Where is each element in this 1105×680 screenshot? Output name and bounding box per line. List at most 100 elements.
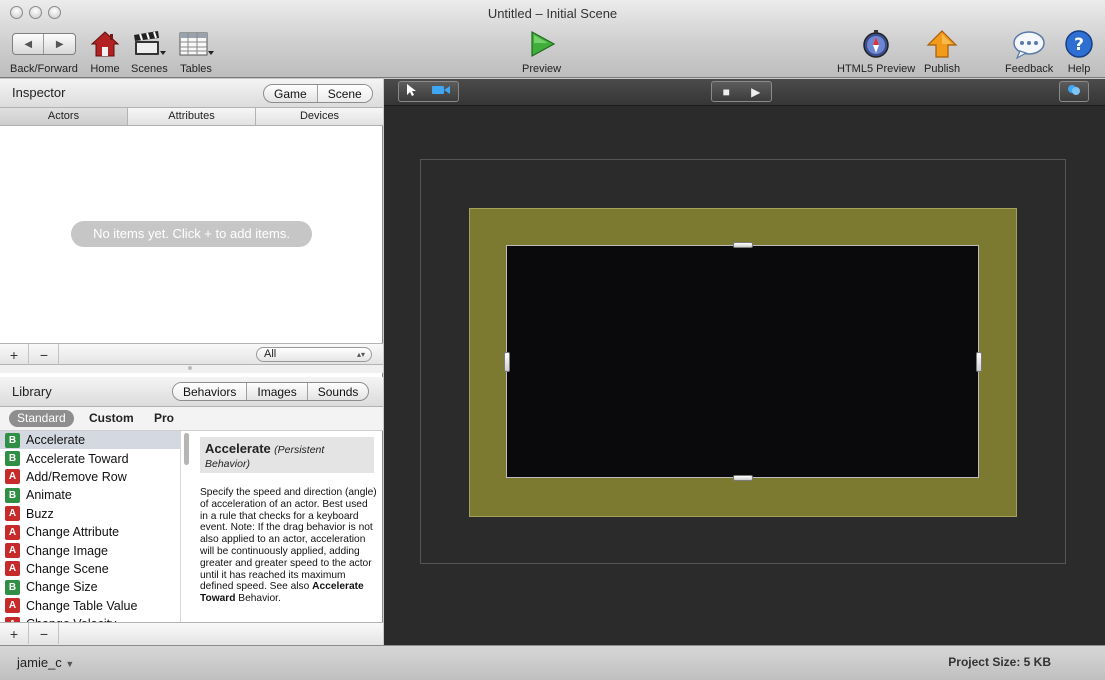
behaviors-tab[interactable]: Behaviors	[173, 383, 247, 400]
tab-attributes[interactable]: Attributes	[127, 108, 255, 125]
behavior-list-scrollbar[interactable]	[184, 433, 189, 465]
resize-handle-bottom[interactable]	[733, 475, 753, 481]
list-item[interactable]: B Accelerate Toward	[0, 449, 180, 467]
splitter-grip-icon	[188, 366, 192, 370]
description-text: Specify the speed and direction (angle) …	[200, 487, 377, 593]
list-item-label: Change Image	[26, 543, 109, 558]
list-item-label: Change Scene	[26, 561, 109, 576]
behavior-badge-icon: B	[5, 579, 20, 595]
list-item[interactable]: A Change Scene	[0, 560, 180, 578]
svg-text:?: ?	[1074, 35, 1084, 55]
tool-selector	[398, 81, 459, 102]
list-item-label: Add/Remove Row	[26, 469, 127, 484]
behavior-badge-icon: B	[5, 432, 20, 448]
back-forward-segment[interactable]: ◀ ▶	[11, 33, 76, 55]
images-tab[interactable]: Images	[246, 383, 306, 400]
actors-list-toolbar: + − All ▴▾	[0, 343, 383, 365]
tab-devices[interactable]: Devices	[255, 108, 383, 125]
inspector-title: Inspector	[12, 85, 66, 100]
status-bar: jamie_c ▼ Project Size: 5 KB	[0, 645, 1105, 680]
play-icon	[526, 28, 558, 60]
tab-standard[interactable]: Standard	[9, 410, 74, 427]
scene-canvas[interactable]	[506, 245, 979, 478]
tab-custom[interactable]: Custom	[81, 410, 142, 427]
scene-toolbar: ■ ▶	[384, 79, 1105, 106]
list-item[interactable]: B Animate	[0, 486, 180, 504]
updown-arrows-icon: ▴▾	[356, 350, 365, 359]
compass-icon	[860, 28, 892, 60]
publish-label: Publish	[924, 63, 961, 75]
question-mark-icon: ?	[1064, 28, 1094, 60]
tables-label: Tables	[180, 63, 212, 75]
user-menu[interactable]: jamie_c ▼	[17, 655, 74, 670]
layers-toggle-button[interactable]	[1059, 81, 1089, 102]
list-item[interactable]: A Buzz	[0, 505, 180, 523]
actor-filter-select[interactable]: All ▴▾	[256, 347, 372, 362]
panel-splitter[interactable]	[0, 365, 383, 373]
scene-mode-tab[interactable]: Scene	[316, 85, 372, 102]
list-item[interactable]: A Change Image	[0, 541, 180, 559]
game-mode-tab[interactable]: Game	[264, 85, 317, 102]
play-icon[interactable]: ▶	[751, 85, 760, 99]
list-item[interactable]: B Accelerate	[0, 431, 180, 450]
resize-handle-left[interactable]	[504, 352, 510, 372]
scenes-label: Scenes	[131, 63, 168, 75]
add-actor-button[interactable]: +	[0, 344, 29, 365]
help-label: Help	[1067, 63, 1091, 75]
back-forward-control[interactable]: ◀ ▶ Back/Forward	[10, 28, 78, 75]
action-badge-icon: A	[5, 561, 20, 577]
feedback-button[interactable]: Feedback	[1005, 28, 1053, 75]
actor-filter-value: All	[264, 348, 277, 360]
library-title: Library	[12, 384, 52, 399]
list-item[interactable]: B Change Size	[0, 578, 180, 596]
home-icon	[90, 28, 120, 60]
inspector-tabs: Actors Attributes Devices	[0, 108, 383, 126]
scenes-button[interactable]: Scenes	[131, 28, 168, 75]
forward-arrow-icon[interactable]: ▶	[43, 34, 75, 54]
behavior-badge-icon: B	[5, 451, 20, 467]
remove-actor-button[interactable]: −	[30, 344, 59, 365]
html5-preview-button[interactable]: HTML5 Preview	[837, 28, 915, 75]
left-panel: Inspector Game Scene Actors Attributes D…	[0, 79, 383, 645]
remove-behavior-button[interactable]: −	[30, 623, 59, 644]
description-body: Specify the speed and direction (angle) …	[200, 487, 378, 605]
description-header: Accelerate (Persistent Behavior)	[200, 437, 374, 473]
preview-button[interactable]: Preview	[522, 28, 561, 75]
speech-bubble-icon	[1011, 28, 1047, 60]
scene-editor: ■ ▶	[384, 79, 1105, 645]
description-tail: Behavior.	[235, 593, 281, 605]
table-icon	[178, 28, 214, 60]
publish-button[interactable]: Publish	[924, 28, 960, 75]
home-button[interactable]: Home	[90, 28, 120, 75]
user-name: jamie_c	[17, 655, 62, 670]
resize-handle-right[interactable]	[976, 352, 982, 372]
back-arrow-icon[interactable]: ◀	[13, 34, 44, 54]
tab-actors[interactable]: Actors	[0, 108, 127, 125]
add-behavior-button[interactable]: +	[0, 623, 29, 644]
sounds-tab[interactable]: Sounds	[306, 383, 369, 400]
preview-label: Preview	[522, 63, 562, 75]
list-item-label: Change Table Value	[26, 598, 138, 613]
project-size: Project Size: 5 KB	[948, 655, 1051, 669]
help-button[interactable]: ? Help	[1064, 28, 1094, 75]
list-item[interactable]: A Change Table Value	[0, 597, 180, 615]
list-item-label: Change Size	[26, 580, 98, 595]
library-mode-toggle: Behaviors Images Sounds	[172, 382, 370, 401]
playback-controls: ■ ▶	[711, 81, 772, 102]
pointer-arrow-icon[interactable]	[406, 83, 418, 100]
camera-icon[interactable]	[431, 84, 451, 99]
list-item[interactable]: AChange Velocity	[0, 615, 180, 622]
list-item-label: Change Attribute	[26, 525, 120, 540]
list-item[interactable]: A Change Attribute	[0, 523, 180, 541]
tables-button[interactable]: Tables	[178, 28, 214, 75]
tab-pro[interactable]: Pro	[146, 410, 182, 427]
list-item-label: Animate	[26, 488, 72, 503]
resize-handle-top[interactable]	[733, 242, 753, 248]
behavior-category-tabs: Standard Custom Pro	[0, 407, 383, 431]
action-badge-icon: A	[5, 506, 20, 522]
action-badge-icon: A	[5, 469, 20, 485]
inspector-mode-toggle: Game Scene	[263, 84, 373, 103]
upload-arrow-icon	[926, 28, 958, 60]
list-item[interactable]: A Add/Remove Row	[0, 468, 180, 486]
stop-icon[interactable]: ■	[723, 85, 730, 99]
